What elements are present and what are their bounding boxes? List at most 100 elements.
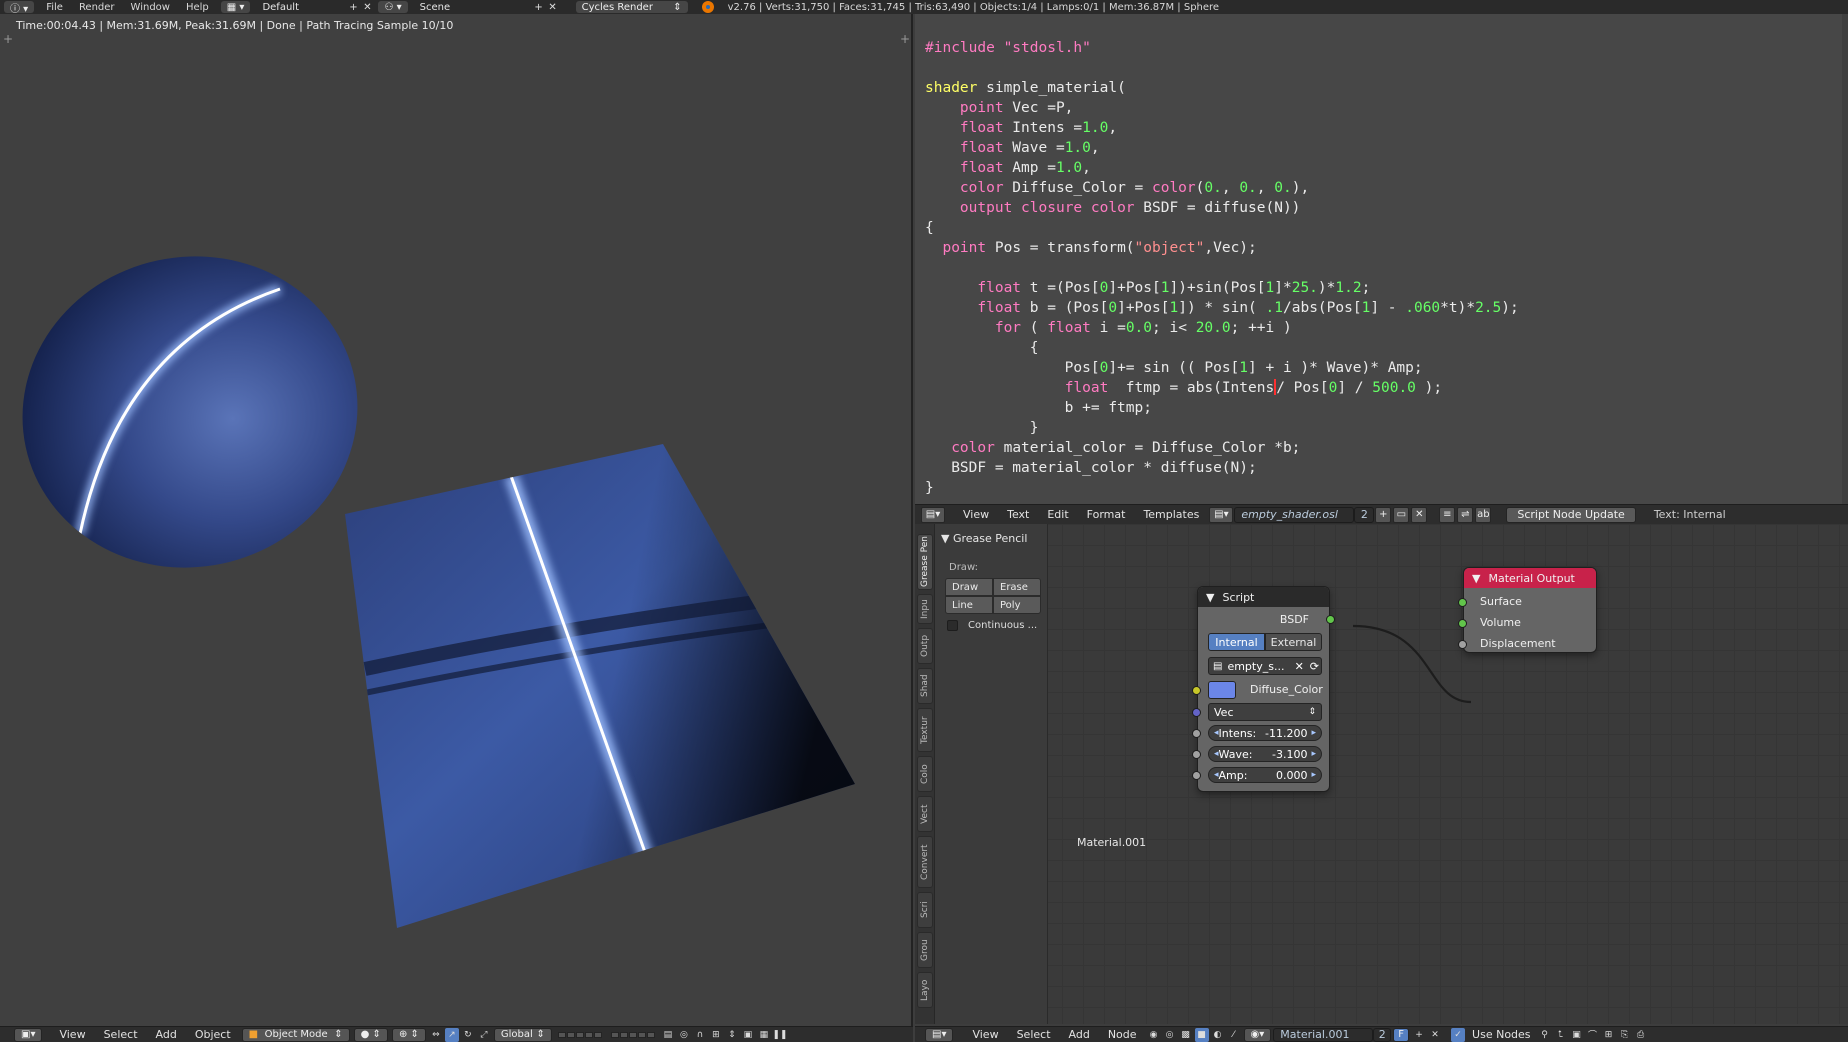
- layer-button[interactable]: [575, 1031, 584, 1038]
- editor-type-text-icon[interactable]: ▤▾: [921, 506, 945, 523]
- menu-add[interactable]: Add: [147, 1028, 186, 1041]
- tab-layout[interactable]: Layo: [917, 972, 933, 1008]
- render-engine-select[interactable]: Cycles Render ⇕: [575, 1, 688, 13]
- tab-shader[interactable]: Shad: [917, 668, 933, 704]
- code-area[interactable]: #include "stdosl.h" shader simple_materi…: [925, 18, 1519, 498]
- proportional-edit-icon[interactable]: ◎: [677, 1028, 691, 1042]
- go-to-parent-icon[interactable]: ⮤: [1554, 1028, 1568, 1042]
- word-wrap-icon[interactable]: ⇌: [1457, 506, 1474, 523]
- pivot-point-select[interactable]: ⊕ ⇕: [391, 1027, 426, 1042]
- collapse-triangle-icon[interactable]: ▼: [1206, 591, 1214, 604]
- vec-input-select[interactable]: Vec ⇕: [1208, 703, 1322, 721]
- script-node-update-button[interactable]: Script Node Update: [1506, 506, 1636, 523]
- shader-type-world-icon[interactable]: ◎: [1163, 1028, 1177, 1042]
- increment-arrow-icon[interactable]: ▸: [1311, 749, 1316, 759]
- transform-orientation-select[interactable]: Global ⇕: [493, 1027, 552, 1042]
- use-nodes-checkbox[interactable]: ✓: [1451, 1027, 1466, 1042]
- pause-render-icon[interactable]: ❚❚: [772, 1028, 787, 1042]
- script-node[interactable]: ▼ Script BSDF Internal External ▤ empty_…: [1192, 586, 1335, 792]
- wave-field[interactable]: ◂ Wave: -3.100 ▸: [1208, 746, 1322, 762]
- layer-button[interactable]: [557, 1031, 566, 1038]
- tab-converter[interactable]: Convert: [917, 836, 933, 888]
- menu-view[interactable]: View: [50, 1028, 94, 1041]
- line-numbers-icon[interactable]: ≡: [1439, 506, 1456, 523]
- tab-texture[interactable]: Textur: [917, 708, 933, 752]
- compositing-nodes-icon[interactable]: ■: [1194, 1027, 1209, 1042]
- tab-input[interactable]: Inpu: [917, 594, 933, 624]
- tab-output[interactable]: Outp: [917, 628, 933, 664]
- brush-icon[interactable]: ⁄: [1227, 1028, 1241, 1042]
- rotate-manipulator-icon[interactable]: ↻: [461, 1028, 475, 1042]
- scene-icon[interactable]: ⚇ ▾: [378, 1, 408, 13]
- menu-file[interactable]: File: [38, 2, 71, 13]
- viewport-shading-select[interactable]: ● ⇕: [353, 1027, 388, 1042]
- snap-target-icon[interactable]: ⇕: [725, 1028, 739, 1042]
- external-mode-button[interactable]: External: [1265, 633, 1322, 651]
- script-datablock-field[interactable]: ▤ empty_s... ✕ ⟳: [1208, 657, 1322, 675]
- poly-button[interactable]: Poly: [993, 596, 1041, 614]
- text-file-name-field[interactable]: empty_shader.osl: [1234, 506, 1355, 523]
- volume-input-socket[interactable]: [1458, 619, 1467, 628]
- script-node-header[interactable]: ▼ Script: [1198, 587, 1329, 607]
- material-output-header[interactable]: ▼ Material Output: [1464, 568, 1596, 588]
- surface-input-socket[interactable]: [1458, 598, 1467, 607]
- add-screen-icon[interactable]: +: [346, 1, 360, 13]
- syntax-highlight-icon[interactable]: ab: [1475, 506, 1492, 523]
- tab-color[interactable]: Colo: [917, 756, 933, 792]
- menu-render[interactable]: Render: [71, 2, 123, 13]
- internal-mode-button[interactable]: Internal: [1208, 633, 1265, 651]
- menu-add[interactable]: Add: [1060, 1028, 1099, 1041]
- continuous-drawing-option[interactable]: Continuous ...: [947, 620, 1037, 631]
- paste-nodes-icon[interactable]: ⎙: [1634, 1028, 1648, 1042]
- grease-pencil-panel-header[interactable]: ▼ Grease Pencil: [941, 532, 1027, 545]
- material-browse-icon[interactable]: ◉▾: [1243, 1027, 1272, 1042]
- layer-button[interactable]: [584, 1031, 593, 1038]
- menu-window[interactable]: Window: [123, 2, 178, 13]
- line-button[interactable]: Line: [945, 596, 993, 614]
- material-users-count[interactable]: 2: [1373, 1027, 1392, 1042]
- unlink-text-icon[interactable]: ✕: [1411, 506, 1428, 523]
- intens-input-socket[interactable]: [1192, 729, 1201, 738]
- editor-type-node-icon[interactable]: ▤▾: [925, 1027, 954, 1042]
- unlink-material-icon[interactable]: ✕: [1428, 1028, 1442, 1042]
- increment-arrow-icon[interactable]: ▸: [1311, 770, 1316, 780]
- interaction-mode-select[interactable]: ■ Object Mode ⇕: [241, 1027, 350, 1042]
- collapse-triangle-icon[interactable]: ▼: [1472, 572, 1480, 585]
- texture-nodes-icon[interactable]: ◐: [1211, 1028, 1225, 1042]
- scale-manipulator-icon[interactable]: ⤢: [477, 1028, 491, 1042]
- layer-button[interactable]: [646, 1031, 655, 1038]
- intens-field[interactable]: ◂ Intens: -11.200 ▸: [1208, 725, 1322, 741]
- material-output-node[interactable]: ▼ Material Output Surface Volume Displac…: [1458, 567, 1597, 653]
- displacement-input-socket[interactable]: [1458, 640, 1467, 649]
- text-editor[interactable]: #include "stdosl.h" shader simple_materi…: [915, 14, 1848, 504]
- lock-layers-icon[interactable]: ▤: [661, 1028, 675, 1042]
- menu-object[interactable]: Object: [186, 1028, 240, 1041]
- text-browse-icon[interactable]: ▤▾: [1209, 506, 1234, 523]
- tab-vector[interactable]: Vect: [917, 796, 933, 832]
- snap-toggle-icon[interactable]: ∩: [693, 1028, 707, 1042]
- editor-type-3d-icon[interactable]: ▣▾: [14, 1027, 43, 1042]
- node-editor[interactable]: Grease Pen Inpu Outp Shad Textur Colo Ve…: [915, 524, 1848, 1024]
- menu-text[interactable]: Text: [998, 508, 1038, 521]
- layer-buttons[interactable]: [610, 1031, 656, 1038]
- menu-view[interactable]: View: [954, 508, 998, 521]
- diffuse-color-swatch[interactable]: [1208, 681, 1236, 699]
- continuous-checkbox[interactable]: [947, 620, 958, 631]
- fake-user-toggle[interactable]: F: [1393, 1027, 1410, 1042]
- layer-button[interactable]: [593, 1031, 602, 1038]
- manipulator-toggle-icon[interactable]: ⇔: [429, 1028, 443, 1042]
- menu-format[interactable]: Format: [1078, 508, 1135, 521]
- vec-input-socket[interactable]: [1192, 708, 1201, 717]
- scene-field[interactable]: Scene: [412, 2, 532, 13]
- add-scene-icon[interactable]: +: [532, 1, 546, 13]
- pin-icon[interactable]: ⚲: [1538, 1028, 1552, 1042]
- menu-templates[interactable]: Templates: [1134, 508, 1208, 521]
- delete-screen-icon[interactable]: ✕: [360, 1, 374, 13]
- new-material-icon[interactable]: +: [1412, 1028, 1426, 1042]
- snap-node-element-icon[interactable]: ⊞: [1602, 1028, 1616, 1042]
- screen-layout-field[interactable]: Default: [254, 2, 346, 13]
- shader-type-object-icon[interactable]: ◉: [1147, 1028, 1161, 1042]
- opengl-render-icon[interactable]: ▣: [741, 1028, 755, 1042]
- layer-button[interactable]: [610, 1031, 619, 1038]
- shader-type-line-icon[interactable]: ▩: [1179, 1028, 1193, 1042]
